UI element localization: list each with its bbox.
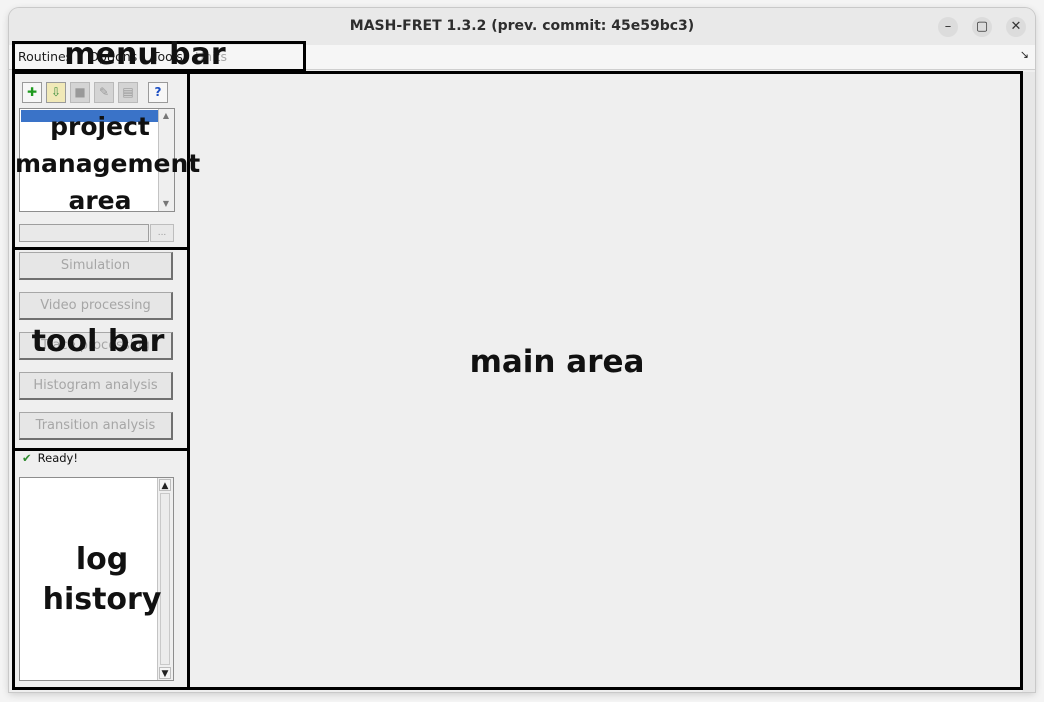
main-scrollbar[interactable] <box>1022 72 1035 692</box>
log-history-frame <box>12 448 190 690</box>
project-area-frame <box>12 71 190 250</box>
maximize-button[interactable]: ▢ <box>972 17 992 37</box>
close-button[interactable]: ✕ <box>1006 17 1026 37</box>
menu-bar-frame <box>12 41 306 72</box>
minimize-button[interactable]: – <box>938 17 958 37</box>
window-title: MASH-FRET 1.3.2 (prev. commit: 45e59bc3) <box>349 18 695 34</box>
main-area-frame <box>187 71 1023 690</box>
resize-corner-icon[interactable]: ↘ <box>1020 48 1029 61</box>
tool-bar-frame <box>12 247 190 451</box>
